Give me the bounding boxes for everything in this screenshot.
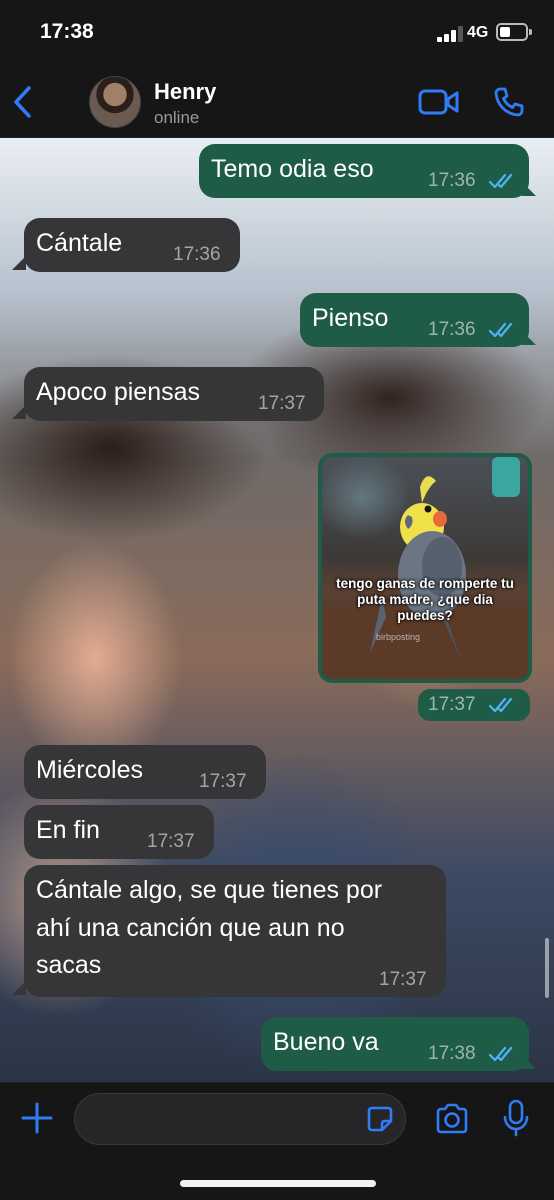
message-bubble-outgoing[interactable]: Pienso 17:36 <box>300 293 529 347</box>
read-ticks-icon <box>488 173 513 189</box>
message-time: 17:38 <box>428 1043 476 1064</box>
message-time: 17:37 <box>379 969 427 990</box>
image-message-meta: 17:37 <box>418 689 530 721</box>
camera-icon[interactable] <box>434 1101 470 1137</box>
message-text: Temo odia eso <box>211 155 374 183</box>
message-text-line: Cántale algo, se que tienes por <box>36 876 383 904</box>
message-bubble-incoming[interactable]: Cántale algo, se que tienes por ahí una … <box>24 865 446 997</box>
message-bubble-incoming[interactable]: Apoco piensas 17:37 <box>24 367 324 421</box>
message-bubble-incoming[interactable]: Miércoles 17:37 <box>24 745 266 799</box>
message-bubble-incoming[interactable]: Cántale 17:36 <box>24 218 240 272</box>
message-text-line: sacas <box>36 951 102 979</box>
chat-header: Henry online <box>0 64 554 138</box>
read-ticks-icon <box>488 322 513 338</box>
message-bubble-outgoing[interactable]: Temo odia eso 17:36 <box>199 144 529 198</box>
network-type: 4G <box>467 24 489 41</box>
message-text: Cántale <box>36 229 123 257</box>
battery-icon <box>496 23 532 41</box>
message-time: 17:36 <box>428 319 476 340</box>
contact-name[interactable]: Henry <box>154 79 216 105</box>
message-text: Miércoles <box>36 756 143 784</box>
message-text: Bueno va <box>273 1028 379 1056</box>
message-input[interactable] <box>74 1093 406 1145</box>
message-bubble-outgoing[interactable]: Bueno va 17:38 <box>261 1017 529 1071</box>
image-message[interactable]: tengo ganas de romperte tu puta madre, ¿… <box>318 453 532 683</box>
avatar[interactable] <box>89 76 141 128</box>
message-text-line: ahí una canción que aun no <box>36 914 345 942</box>
read-ticks-icon <box>488 697 513 713</box>
status-time: 17:38 <box>40 20 94 43</box>
message-text: Apoco piensas <box>36 378 201 406</box>
battery-level <box>500 27 510 37</box>
message-time: 17:37 <box>199 771 247 792</box>
plus-icon[interactable] <box>20 1101 54 1135</box>
chevron-left-icon[interactable] <box>10 84 36 120</box>
message-time: 17:37 <box>258 393 306 414</box>
message-text: En fin <box>36 816 100 844</box>
message-time: 17:36 <box>428 170 476 191</box>
message-time: 17:37 <box>428 694 476 715</box>
meme-image[interactable]: tengo ganas de romperte tu puta madre, ¿… <box>322 457 528 679</box>
message-time: 17:36 <box>173 244 221 265</box>
message-time: 17:37 <box>147 831 195 852</box>
chat-area[interactable]: Temo odia eso 17:36 Cántale 17:36 Pienso… <box>0 138 554 1082</box>
message-text: Pienso <box>312 304 389 332</box>
home-indicator[interactable] <box>180 1180 376 1187</box>
message-bubble-incoming[interactable]: En fin 17:37 <box>24 805 214 859</box>
scroll-indicator[interactable] <box>545 938 549 998</box>
signal-strength-icon <box>437 26 463 42</box>
meme-caption: tengo ganas de romperte tu puta madre, ¿… <box>336 576 514 623</box>
phone-icon[interactable] <box>493 86 525 118</box>
status-bar: 17:38 4G <box>0 0 554 64</box>
sticker-icon[interactable] <box>366 1105 394 1133</box>
contact-status: online <box>154 108 200 127</box>
microphone-icon[interactable] <box>502 1099 530 1137</box>
video-camera-icon[interactable] <box>418 88 460 116</box>
meme-watermark: birbposting <box>376 632 421 642</box>
read-ticks-icon <box>488 1046 513 1062</box>
